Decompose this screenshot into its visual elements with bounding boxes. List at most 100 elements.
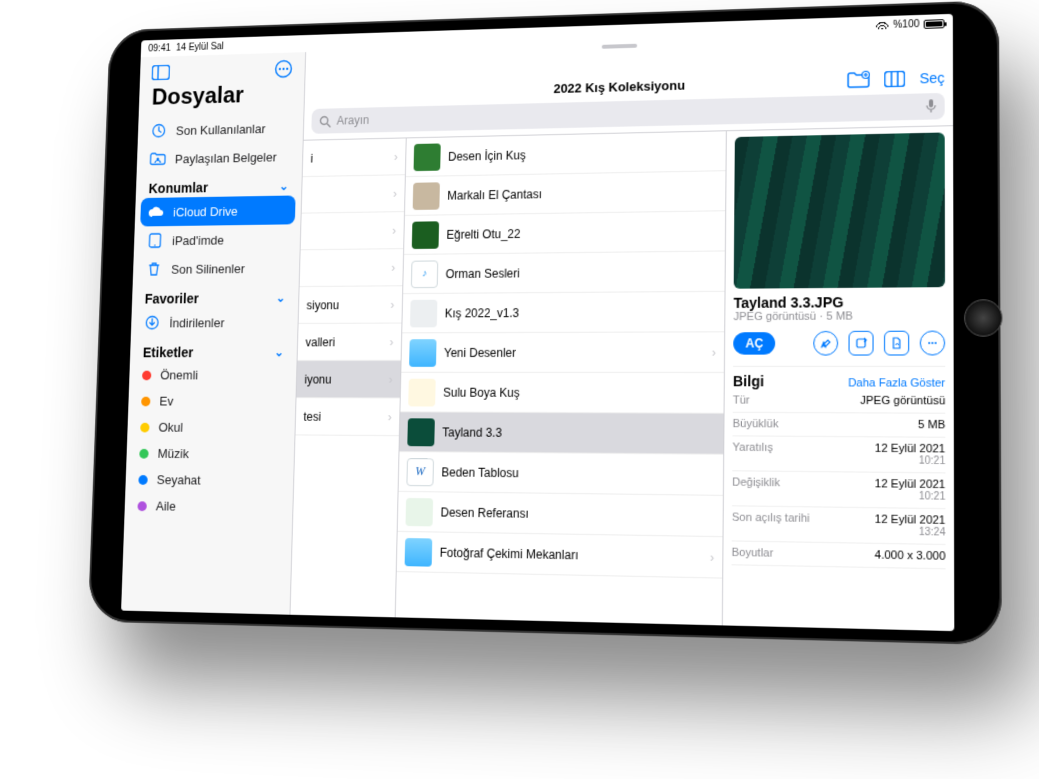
new-folder-icon[interactable]	[847, 71, 870, 90]
tags-header[interactable]: Etiketler ⌄	[130, 337, 297, 362]
more-options-icon[interactable]	[273, 58, 294, 79]
file-label: Yeni Desenler	[444, 345, 516, 359]
sidebar-tag[interactable]: Müzik	[126, 440, 294, 468]
chevron-right-icon: ›	[394, 150, 398, 164]
sidebar-item-label: iPad'imde	[172, 232, 224, 247]
markup-icon[interactable]	[813, 331, 838, 356]
grab-handle-icon[interactable]	[602, 44, 637, 49]
folder-row[interactable]: iyonu›	[296, 361, 400, 399]
info-key: Boyutlar	[732, 547, 774, 560]
file-thumb	[408, 378, 436, 406]
file-row[interactable]: ♪Orman Sesleri	[403, 251, 725, 294]
tag-dot-icon	[138, 475, 147, 485]
info-key: Büyüklük	[733, 418, 779, 431]
file-label: Markalı El Çantası	[447, 187, 542, 202]
info-row: Boyutlar 4.000 x 3.000	[732, 542, 946, 570]
info-header: Bilgi	[733, 373, 764, 389]
sidebar-downloads[interactable]: İndirilenler	[131, 307, 298, 337]
file-row[interactable]: Desen İçin Kuş	[406, 131, 726, 177]
folder-row[interactable]: ›	[302, 175, 405, 213]
search-icon	[319, 115, 331, 128]
tag-dot-icon	[140, 422, 149, 432]
sidebar-shared[interactable]: Paylaşılan Belgeler	[137, 142, 303, 174]
tag-label: Aile	[156, 499, 176, 514]
folder-icon	[409, 339, 436, 367]
folder-row[interactable]: siyonu›	[299, 286, 403, 324]
sidebar-icloud-drive[interactable]: iCloud Drive	[140, 195, 295, 226]
chevron-down-icon: ⌄	[279, 179, 289, 193]
sidebar-tag[interactable]: Ev	[128, 388, 296, 415]
show-more-button[interactable]: Daha Fazla Göster	[848, 377, 945, 390]
convert-icon[interactable]	[884, 331, 909, 356]
file-label: Beden Tablosu	[441, 465, 519, 480]
sidebar-toggle-icon[interactable]	[151, 62, 171, 83]
sidebar-tag[interactable]: Önemli	[129, 362, 297, 388]
sidebar-recent[interactable]: Son Kullanılanlar	[138, 113, 304, 145]
info-key: Değişiklik	[732, 477, 780, 501]
wifi-icon	[876, 21, 888, 29]
file-row[interactable]: Sulu Boya Kuş	[400, 373, 723, 414]
view-columns-icon[interactable]	[884, 71, 905, 88]
sidebar-item-label: iCloud Drive	[173, 204, 238, 219]
preview-meta: JPEG görüntüsü · 5 MB	[733, 310, 945, 323]
file-row[interactable]: Desen Referansı	[398, 492, 723, 537]
chevron-right-icon: ›	[390, 298, 394, 312]
sidebar-trash[interactable]: Son Silinenler	[133, 253, 300, 283]
info-value: 12 Eylül 202110:21	[875, 478, 946, 503]
file-row[interactable]: Eğrelti Otu_22	[404, 211, 725, 255]
search-placeholder: Arayın	[337, 113, 370, 127]
folder-row[interactable]: valleri›	[298, 324, 402, 361]
info-key: Yaratılış	[732, 442, 773, 466]
file-row[interactable]: Tayland 3.3	[399, 412, 723, 454]
chevron-right-icon: ›	[392, 223, 396, 237]
info-row: Büyüklük5 MB	[733, 413, 946, 438]
folder-label: valleri	[305, 335, 335, 349]
home-button[interactable]	[964, 299, 1003, 337]
tag-dot-icon	[142, 370, 151, 380]
file-row[interactable]: Markalı El Çantası	[405, 171, 726, 216]
favorites-header[interactable]: Favoriler ⌄	[132, 282, 299, 308]
file-row[interactable]: Fotoğraf Çekimi Mekanları›	[397, 532, 723, 579]
info-value: 12 Eylül 202113:24	[875, 514, 946, 539]
folder-icon	[405, 538, 433, 567]
file-thumb	[414, 143, 441, 171]
sidebar-tag[interactable]: Seyahat	[125, 466, 293, 494]
sidebar-tag[interactable]: Okul	[127, 414, 295, 441]
sidebar-shared-label: Paylaşılan Belgeler	[175, 149, 277, 165]
folder-row[interactable]: i›	[303, 138, 406, 177]
status-date: 14 Eylül Sal	[176, 41, 224, 53]
chevron-right-icon: ›	[389, 372, 393, 386]
preview-thumbnail	[734, 132, 945, 288]
locations-header[interactable]: Konumlar ⌄	[136, 170, 302, 198]
file-row[interactable]: Yeni Desenler›	[401, 332, 724, 373]
shared-folder-icon	[149, 150, 166, 167]
more-actions-icon[interactable]	[920, 331, 945, 356]
select-button[interactable]: Seç	[919, 70, 944, 87]
sidebar-on-ipad[interactable]: iPad'imde	[134, 224, 301, 255]
chevron-down-icon: ⌄	[274, 345, 284, 359]
tag-dot-icon	[137, 501, 146, 511]
column-folders: i››››siyonu›valleri›iyonu›tesi›	[290, 138, 406, 617]
sidebar-tag[interactable]: Aile	[124, 492, 293, 521]
file-label: Sulu Boya Kuş	[443, 385, 520, 399]
download-icon	[144, 314, 161, 331]
info-row: TürJPEG görüntüsü	[733, 389, 946, 413]
folder-row[interactable]: tesi›	[295, 398, 399, 436]
chevron-down-icon: ⌄	[276, 291, 286, 305]
info-value: 4.000 x 3.000	[875, 549, 946, 563]
preview-filename: Tayland 3.3.JPG	[734, 293, 946, 311]
clock-icon	[150, 122, 167, 139]
open-button[interactable]: AÇ	[733, 332, 775, 355]
file-row[interactable]: WBeden Tablosu	[399, 452, 724, 496]
mic-icon[interactable]	[926, 99, 936, 113]
chevron-right-icon: ›	[710, 550, 714, 565]
folder-label: i	[310, 151, 313, 164]
file-row[interactable]: Kış 2022_v1.3	[402, 292, 724, 334]
folder-row[interactable]: ›	[301, 212, 404, 250]
rotate-icon[interactable]	[849, 331, 874, 356]
info-value: 12 Eylül 202110:21	[875, 443, 946, 468]
cloud-icon	[148, 203, 165, 220]
trash-icon	[146, 260, 163, 277]
main-content: 2022 Kış Koleksiyonu Seç	[290, 32, 954, 631]
folder-row[interactable]: ›	[300, 249, 404, 287]
